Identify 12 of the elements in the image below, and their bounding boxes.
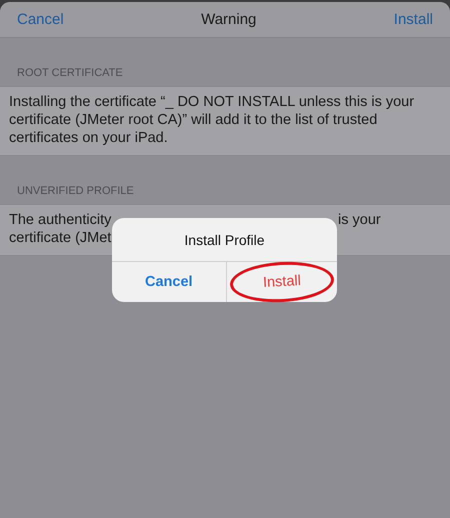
partial-text: certificate (JMet xyxy=(9,229,112,247)
alert-button[interactable]: Cancel xyxy=(112,262,226,302)
text-cell: Installing the certificate “_ DO NOT INSTALL unless this is your certificate (JMeter root CA)” will add it to the list of trusted certificates on your iPad. xyxy=(0,86,450,156)
partial-text: The authenticity xyxy=(9,211,112,229)
section-header: UNVERIFIED PROFILE xyxy=(17,185,134,197)
section-header: ROOT CERTIFICATE xyxy=(17,67,123,79)
cancel-button[interactable]: Cancel xyxy=(17,11,64,28)
partial-text: is your xyxy=(338,211,381,229)
install-button[interactable]: Install xyxy=(394,11,433,28)
alert-button[interactable]: Install xyxy=(228,259,335,305)
nav-title: Warning xyxy=(201,11,256,28)
alert-title: Install Profile xyxy=(184,232,265,248)
